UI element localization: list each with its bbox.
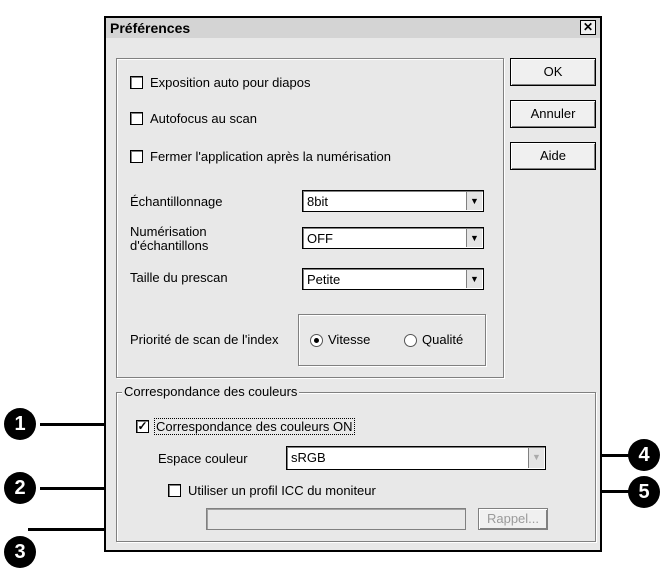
color-matching-enable-label: Correspondance des couleurs ON — [154, 418, 355, 435]
sampling-value: 8bit — [307, 194, 328, 209]
cancel-button[interactable]: Annuler — [510, 100, 596, 128]
chevron-down-icon[interactable]: ▼ — [466, 229, 482, 247]
color-space-label: Espace couleur — [158, 451, 248, 466]
callout-3: 3 — [4, 536, 36, 568]
callout-5: 5 — [628, 476, 660, 508]
auto-exposure-label: Exposition auto pour diapos — [150, 75, 311, 90]
multi-sampling-select[interactable]: OFF ▼ — [302, 227, 484, 249]
index-priority-label: Priorité de scan de l'index — [130, 332, 279, 347]
quality-label: Qualité — [422, 332, 464, 347]
speed-radio[interactable] — [310, 334, 323, 347]
speed-label: Vitesse — [328, 332, 371, 347]
auto-exposure-checkbox[interactable] — [130, 76, 143, 89]
multi-sampling-label-1: Numérisation — [130, 224, 207, 239]
multi-sampling-label-2: d'échantillons — [130, 238, 209, 253]
icc-profile-label: Utiliser un profil ICC du moniteur — [188, 483, 376, 498]
color-space-value: sRGB — [291, 450, 326, 465]
autofocus-checkbox[interactable] — [130, 112, 143, 125]
callout-1: 1 — [4, 408, 36, 440]
callout-4: 4 — [628, 439, 660, 471]
prescan-size-select[interactable]: Petite ▼ — [302, 268, 484, 290]
chevron-down-icon[interactable]: ▼ — [466, 192, 482, 210]
multi-sampling-value: OFF — [307, 231, 333, 246]
sampling-select[interactable]: 8bit ▼ — [302, 190, 484, 212]
callout-2: 2 — [4, 472, 36, 504]
recall-button[interactable]: Rappel... — [478, 508, 548, 530]
color-matching-group-label: Correspondance des couleurs — [122, 384, 300, 399]
ok-button[interactable]: OK — [510, 58, 596, 86]
icc-profile-checkbox[interactable] — [168, 484, 181, 497]
dialog-titlebar: Préférences — [106, 18, 600, 38]
prescan-size-value: Petite — [307, 272, 341, 287]
quality-radio[interactable] — [404, 334, 417, 347]
icc-path-field[interactable] — [206, 508, 466, 530]
preferences-dialog: Préférences ✕ Exposition auto pour diapo… — [104, 16, 602, 552]
help-button[interactable]: Aide — [510, 142, 596, 170]
prescan-size-label: Taille du prescan — [130, 270, 228, 285]
color-matching-checkbox[interactable]: ✓ — [136, 420, 149, 433]
color-space-select[interactable]: sRGB ▼ — [286, 446, 546, 470]
dialog-title: Préférences — [110, 20, 191, 36]
sampling-label: Échantillonnage — [130, 194, 223, 209]
close-app-label: Fermer l'application après la numérisati… — [150, 149, 391, 164]
autofocus-label: Autofocus au scan — [150, 111, 257, 126]
close-icon[interactable]: ✕ — [580, 20, 596, 35]
chevron-down-icon[interactable]: ▼ — [466, 270, 482, 288]
close-app-checkbox[interactable] — [130, 150, 143, 163]
chevron-down-icon[interactable]: ▼ — [528, 448, 544, 468]
